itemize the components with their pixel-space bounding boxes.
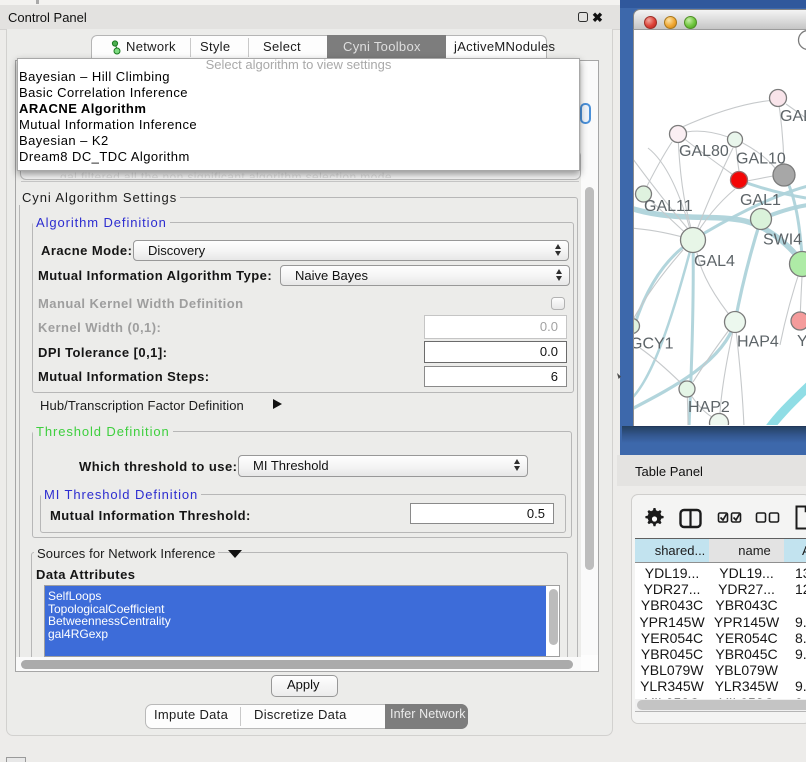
svg-text:Y: Y	[797, 333, 806, 350]
svg-text:HAP2: HAP2	[688, 399, 730, 416]
svg-text:GAL10: GAL10	[736, 151, 786, 168]
svg-text:SWI4: SWI4	[763, 232, 802, 249]
svg-text:GAL1: GAL1	[740, 192, 781, 209]
svg-text:HAP4: HAP4	[737, 334, 779, 351]
svg-text:GCY1: GCY1	[634, 336, 674, 353]
svg-text:GAL4: GAL4	[694, 253, 735, 270]
svg-text:GAL80: GAL80	[679, 143, 729, 160]
svg-text:GAL: GAL	[780, 108, 806, 125]
svg-text:GAL11: GAL11	[644, 198, 693, 215]
